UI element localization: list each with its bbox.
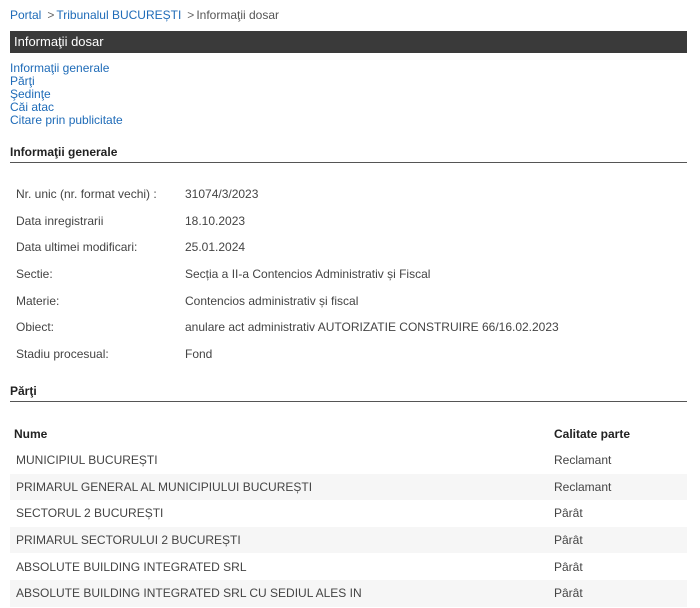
info-row: Sectie: Secția a II-a Contencios Administ… (10, 261, 687, 288)
party-role: Pârât (554, 579, 687, 607)
breadcrumb-separator: > (187, 8, 195, 22)
info-row: Nr. unic (nr. format vechi) : 31074/3/202… (10, 181, 687, 208)
nav-link-parti[interactable]: Părţi (10, 74, 35, 88)
info-row: Data inregistrarii 18.10.2023 (10, 208, 687, 235)
info-value: 18.10.2023 (185, 213, 246, 228)
table-row: SECTORUL 2 BUCUREȘTI Pârât (10, 500, 687, 527)
breadcrumb-current: Informaţii dosar (196, 8, 280, 22)
nav-link-informatii-generale[interactable]: Informaţii generale (10, 61, 109, 75)
party-name: MUNICIPIUL BUCUREȘTI (16, 453, 158, 468)
info-label: Data inregistrarii (16, 213, 104, 228)
table-row: PRIMARUL SECTORULUI 2 BUCUREȘTI Pârât (10, 526, 687, 554)
party-role: Pârât (554, 506, 583, 521)
party-name: ABSOLUTE BUILDING INTEGRATED SRL (16, 559, 247, 574)
party-role: Pârât (554, 559, 583, 574)
info-value: Secția a II-a Contencios Administrativ ș… (185, 267, 431, 282)
party-name: PRIMARUL GENERAL AL MUNICIPIULUI BUCUREȘ… (10, 473, 554, 501)
party-name: PRIMARUL SECTORULUI 2 BUCUREȘTI (10, 526, 554, 554)
breadcrumb-separator: > (47, 8, 55, 22)
info-row: Materie: Contencios administrativ și fisc… (10, 287, 687, 314)
parties-table: Nume Calitate parte MUNICIPIUL BUCUREȘTI… (10, 420, 687, 607)
party-name: ABSOLUTE BUILDING INTEGRATED SRL CU SEDI… (10, 579, 554, 607)
section-heading-parti: Părţi (10, 384, 687, 402)
breadcrumb: Portal > Tribunalul BUCUREȘTI > Informaţii d… (10, 8, 279, 22)
info-label: Nr. unic (nr. format vechi) : (16, 187, 157, 202)
page-title: Informaţii dosar (10, 31, 687, 53)
table-row: PRIMARUL GENERAL AL MUNICIPIULUI BUCUREȘ… (10, 473, 687, 501)
section-heading-general: Informaţii generale (10, 145, 687, 163)
info-value: Contencios administrativ și fiscal (185, 293, 359, 308)
info-label: Sectie: (16, 267, 53, 282)
info-label: Obiect: (16, 320, 55, 335)
party-role: Pârât (554, 526, 687, 554)
general-info-table: Nr. unic (nr. format vechi) : 31074/3/202… (10, 181, 687, 367)
nav-link-cai-atac[interactable]: Căi atac (10, 100, 54, 114)
column-header-nume: Nume (14, 426, 48, 441)
info-value: Fond (185, 346, 213, 361)
info-label: Stadiu procesual: (16, 346, 109, 361)
section-nav: Informaţii generale Părţi Şedinţe Căi at… (10, 62, 123, 127)
party-name: SECTORUL 2 BUCUREȘTI (16, 506, 164, 521)
info-row: Data ultimei modificari: 25.01.2024 (10, 234, 687, 261)
info-value: 31074/3/2023 (185, 187, 259, 202)
party-role: Reclamant (554, 453, 612, 468)
party-role: Reclamant (554, 473, 687, 501)
breadcrumb-link-tribunal[interactable]: Tribunalul BUCUREȘTI (56, 8, 181, 22)
table-header-row: Nume Calitate parte (10, 420, 687, 447)
info-row: Stadiu procesual: Fond (10, 341, 687, 368)
info-label: Materie: (16, 293, 60, 308)
table-row: ABSOLUTE BUILDING INTEGRATED SRL Pârât (10, 553, 687, 580)
nav-link-sedinte[interactable]: Şedinţe (10, 87, 51, 101)
table-row: ABSOLUTE BUILDING INTEGRATED SRL CU SEDI… (10, 579, 687, 607)
info-value: anulare act administrativ AUTORIZATIE CO… (185, 320, 559, 335)
info-value: 25.01.2024 (185, 240, 246, 255)
column-header-calitate: Calitate parte (554, 426, 631, 441)
nav-link-citare-publicitate[interactable]: Citare prin publicitate (10, 113, 123, 127)
table-row: MUNICIPIUL BUCUREȘTI Reclamant (10, 447, 687, 474)
breadcrumb-link-portal[interactable]: Portal (10, 8, 41, 22)
info-label: Data ultimei modificari: (16, 240, 138, 255)
nav-item: Citare prin publicitate (10, 114, 123, 127)
info-row: Obiect: anulare act administrativ AUTORIZ… (10, 314, 687, 341)
